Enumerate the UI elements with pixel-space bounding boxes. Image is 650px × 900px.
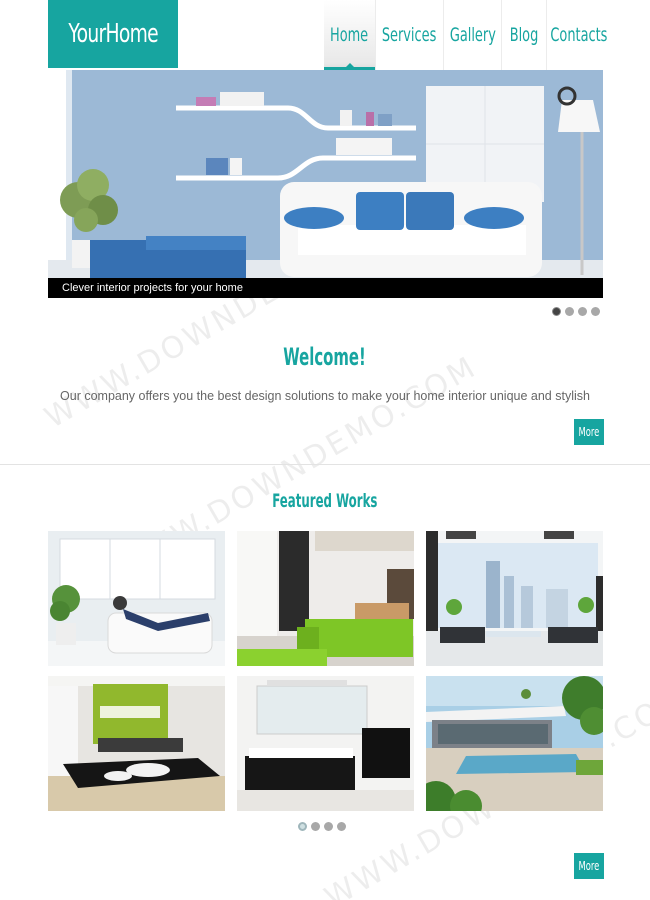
gallery-thumb[interactable] xyxy=(48,676,225,811)
gallery-dot[interactable] xyxy=(337,822,346,831)
slider-dot[interactable] xyxy=(552,307,561,316)
lime-wall-room-photo xyxy=(48,676,225,811)
welcome-more-button[interactable]: More xyxy=(574,419,604,445)
city-view-room-photo xyxy=(426,531,603,666)
slide-caption: Clever interior projects for your home xyxy=(48,278,603,298)
featured-works-title: Featured Works xyxy=(272,490,378,512)
gallery-dot[interactable] xyxy=(311,822,320,831)
gallery-pagination xyxy=(298,822,346,831)
gallery-thumb[interactable] xyxy=(426,531,603,666)
nav-blog[interactable]: Blog xyxy=(501,0,546,70)
nav-gallery[interactable]: Gallery xyxy=(443,0,501,70)
gallery-dot[interactable] xyxy=(324,822,333,831)
slider-dot[interactable] xyxy=(591,307,600,316)
site-logo[interactable]: YourHome xyxy=(48,0,178,68)
hero-slider[interactable]: Clever interior projects for your home xyxy=(48,70,603,298)
gallery-thumb[interactable] xyxy=(48,531,225,666)
nav-services[interactable]: Services xyxy=(375,0,443,70)
welcome-text: Our company offers you the best design s… xyxy=(60,389,590,403)
gallery-thumb[interactable] xyxy=(426,676,603,811)
featured-more-button[interactable]: More xyxy=(574,853,604,879)
section-divider xyxy=(0,464,650,465)
modern-house-exterior-photo xyxy=(426,676,603,811)
bathroom-photo xyxy=(237,676,414,811)
gallery-thumb[interactable] xyxy=(237,676,414,811)
hero-slide-image xyxy=(48,70,603,298)
slider-pagination xyxy=(552,307,600,316)
nav-home[interactable]: Home xyxy=(324,0,375,70)
slider-dot[interactable] xyxy=(578,307,587,316)
slider-dot[interactable] xyxy=(565,307,574,316)
living-room-photo xyxy=(48,531,225,666)
welcome-title: Welcome! xyxy=(283,343,367,371)
nav-contacts[interactable]: Contacts xyxy=(546,0,611,70)
gallery-dot[interactable] xyxy=(298,822,307,831)
main-nav: Home Services Gallery Blog Contacts xyxy=(324,0,611,70)
gallery-thumb[interactable] xyxy=(237,531,414,666)
green-sofa-room-photo xyxy=(237,531,414,666)
